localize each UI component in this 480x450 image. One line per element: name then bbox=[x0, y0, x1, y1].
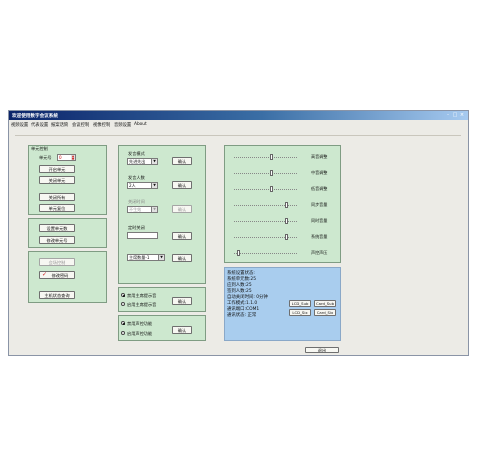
slider-track[interactable] bbox=[234, 253, 297, 254]
slider-thumb[interactable] bbox=[285, 234, 288, 240]
unit-no-value: 0 bbox=[59, 155, 62, 160]
voice-control-disable-radio[interactable] bbox=[121, 321, 125, 325]
exit-button[interactable]: 退出 bbox=[305, 347, 339, 353]
speak-mode-label: 发言模式 bbox=[128, 151, 145, 156]
lcd-sub-button[interactable]: LCD_Sub bbox=[289, 300, 311, 307]
slider-label: 同时音量 bbox=[311, 218, 328, 223]
unit-control-panel: 单元控制 单元号 0 ▲ ▼ 开启单元 关闭单元 关闭所有 单元复位 bbox=[28, 145, 107, 215]
unit-no-label: 单元号 bbox=[39, 155, 52, 160]
meeting-mode-panel: 发言模式 先进先出 ▼ 确认 发言人数 2人 ▼ 确认 关闭时间 不生效 ▼ 确认 定… bbox=[118, 145, 206, 284]
voice-control-enable-radio[interactable] bbox=[121, 331, 125, 335]
slider-label: 低音调整 bbox=[311, 186, 328, 191]
host-tone-disable-label: 禁用主席提示音 bbox=[127, 293, 157, 298]
menu-delegate-settings[interactable]: 代表设置 bbox=[31, 122, 48, 128]
slider-track[interactable] bbox=[234, 189, 297, 190]
slider-label: 同步音量 bbox=[311, 202, 328, 207]
menu-video-settings[interactable]: 视频设置 bbox=[11, 122, 28, 128]
menu-camera-control[interactable]: 视像控制 bbox=[93, 122, 110, 128]
close-time-value: 不生效 bbox=[129, 207, 142, 212]
system-status-panel: 系统设置状态: 系统单元数:25 应到人数:25 签到人数:25 自动关闭时间:… bbox=[224, 267, 341, 341]
checkmark-icon: ✓ bbox=[42, 271, 48, 278]
speak-mode-select[interactable]: 先进先出 ▼ bbox=[127, 158, 158, 165]
chevron-down-icon[interactable]: ▼ bbox=[151, 159, 157, 164]
host-count-confirm-button[interactable]: 确认 bbox=[172, 254, 192, 262]
menu-mic[interactable]: 报案话筒 bbox=[51, 122, 68, 128]
admin-panel: 会场控制 ✓ 修改密码 主机状态查询 bbox=[28, 251, 107, 303]
status-line: 通讯状态: 正常 bbox=[227, 313, 257, 318]
close-all-button[interactable]: 关闭所有 bbox=[39, 193, 75, 201]
spin-arrows-icon[interactable]: ▲ ▼ bbox=[71, 155, 75, 160]
chevron-down-icon[interactable]: ▼ bbox=[158, 255, 164, 260]
speak-count-label: 发言人数 bbox=[128, 175, 145, 180]
close-time-label: 关闭时间 bbox=[128, 199, 145, 204]
timer-input[interactable] bbox=[127, 232, 158, 239]
timer-label: 定时关闭 bbox=[128, 225, 145, 230]
chevron-down-icon[interactable]: ▼ bbox=[151, 207, 157, 212]
open-unit-button[interactable]: 开启单元 bbox=[39, 165, 75, 173]
speak-mode-value: 先进先出 bbox=[129, 159, 146, 164]
slider-thumb[interactable] bbox=[270, 154, 273, 160]
change-password-button[interactable]: ✓ 修改密码 bbox=[39, 271, 75, 279]
host-status-query-button[interactable]: 主机状态查询 bbox=[39, 291, 75, 299]
modify-unit-no-button[interactable]: 修改单元号 bbox=[39, 236, 75, 244]
host-count-select[interactable]: 主席数量-1 ▼ bbox=[127, 254, 165, 261]
slider-track[interactable] bbox=[234, 157, 297, 158]
unit-settings-panel: 设置单元数 修改单元号 bbox=[28, 218, 107, 248]
window-title: 欢迎使用数字会议系统 bbox=[12, 113, 58, 119]
slider-thumb[interactable] bbox=[285, 218, 288, 224]
voice-control-confirm-button[interactable]: 确认 bbox=[172, 326, 192, 334]
speak-mode-confirm-button[interactable]: 确认 bbox=[172, 157, 192, 165]
slider-label: 声控声压 bbox=[311, 250, 328, 255]
slider-thumb[interactable] bbox=[237, 250, 240, 256]
unit-panel-title: 单元控制 bbox=[31, 146, 48, 151]
timer-confirm-button[interactable]: 确认 bbox=[172, 232, 192, 240]
host-tone-enable-radio[interactable] bbox=[121, 302, 125, 306]
title-bar: 欢迎使用数字会议系统 - □ × bbox=[9, 111, 468, 120]
lcd-six-button[interactable]: LCD_Six bbox=[289, 309, 311, 316]
slider-thumb[interactable] bbox=[285, 202, 288, 208]
unit-no-input[interactable]: 0 ▲ ▼ bbox=[57, 154, 76, 161]
speak-count-select[interactable]: 2人 ▼ bbox=[127, 182, 158, 189]
host-tone-disable-radio[interactable] bbox=[121, 293, 125, 297]
speak-count-value: 2人 bbox=[129, 183, 136, 188]
menu-audio-settings[interactable]: 音频设置 bbox=[114, 122, 131, 128]
menu-meeting-control[interactable]: 会议控制 bbox=[72, 122, 89, 128]
close-unit-button[interactable]: 关闭单元 bbox=[39, 176, 75, 184]
host-tone-enable-label: 启用主席提示音 bbox=[127, 302, 157, 307]
slider-track[interactable] bbox=[234, 173, 297, 174]
chevron-down-icon[interactable]: ▼ bbox=[151, 183, 157, 188]
slider-label: 中音调整 bbox=[311, 170, 328, 175]
voice-control-enable-label: 启用声控功能 bbox=[127, 331, 153, 336]
maximize-button[interactable]: □ bbox=[452, 112, 458, 118]
menu-about[interactable]: About bbox=[134, 122, 147, 127]
set-unit-count-button[interactable]: 设置单元数 bbox=[39, 224, 75, 232]
close-time-select[interactable]: 不生效 ▼ bbox=[127, 206, 158, 213]
reset-unit-button[interactable]: 单元复位 bbox=[39, 204, 75, 212]
menu-bar: 视频设置 代表设置 报案话筒 会议控制 视像控制 音频设置 About bbox=[9, 120, 468, 129]
close-button[interactable]: × bbox=[459, 112, 465, 118]
slider-label: 系统音量 bbox=[311, 234, 328, 239]
host-tone-panel: 禁用主席提示音 启用主席提示音 确认 bbox=[118, 287, 206, 312]
host-count-value: 主席数量-1 bbox=[129, 255, 150, 260]
change-password-label: 修改密码 bbox=[51, 273, 69, 278]
audio-adjust-panel: 高音调整中音调整低音调整同步音量同时音量系统音量声控声压 bbox=[224, 145, 341, 263]
card-six-button[interactable]: Card_Six bbox=[314, 309, 336, 316]
slider-thumb[interactable] bbox=[270, 170, 273, 176]
card-sub-button[interactable]: Card_Sub bbox=[314, 300, 336, 307]
voice-control-panel: 禁用声控功能 启用声控功能 确认 bbox=[118, 315, 206, 341]
voice-control-disable-label: 禁用声控功能 bbox=[127, 321, 153, 326]
main-window: 欢迎使用数字会议系统 - □ × 视频设置 代表设置 报案话筒 会议控制 视像控… bbox=[8, 110, 469, 356]
client-area: 单元控制 单元号 0 ▲ ▼ 开启单元 关闭单元 关闭所有 单元复位 设置单元数 … bbox=[15, 135, 461, 353]
close-time-confirm-button[interactable]: 确认 bbox=[172, 205, 192, 213]
slider-thumb[interactable] bbox=[270, 186, 273, 192]
convener-control-button[interactable]: 会场控制 bbox=[39, 258, 75, 266]
host-tone-confirm-button[interactable]: 确认 bbox=[172, 297, 192, 305]
speak-count-confirm-button[interactable]: 确认 bbox=[172, 181, 192, 189]
minimize-button[interactable]: - bbox=[445, 112, 451, 118]
slider-label: 高音调整 bbox=[311, 154, 328, 159]
